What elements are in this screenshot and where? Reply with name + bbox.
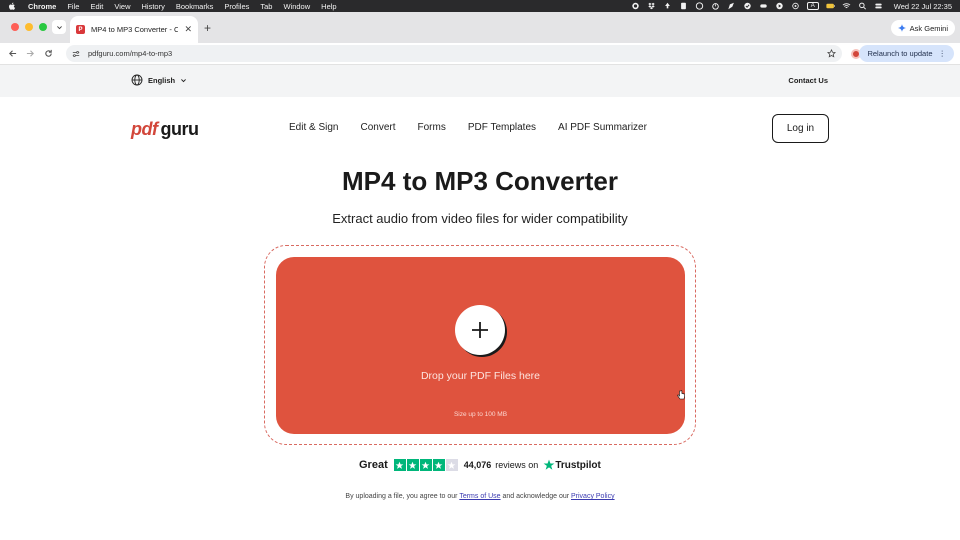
trustpilot-star-icon bbox=[543, 459, 555, 470]
play-icon[interactable] bbox=[775, 2, 784, 10]
file-size-note: Size up to 100 MB bbox=[453, 411, 508, 418]
more-menu-icon[interactable]: ⋮ bbox=[939, 49, 947, 58]
fullscreen-window-button[interactable] bbox=[39, 23, 47, 31]
battery-icon[interactable] bbox=[826, 2, 835, 10]
hand-cursor-icon bbox=[677, 390, 685, 400]
browser-tabstrip: P MP4 to MP3 Converter - Con ✕ + Ask Gem… bbox=[0, 12, 960, 43]
browser-toolbar: pdfguru.com/mp4-to-mp3 Relaunch to updat… bbox=[0, 43, 960, 65]
reviews-suffix: reviews on bbox=[495, 460, 539, 470]
tab-search-button[interactable] bbox=[52, 20, 66, 34]
menu-profiles[interactable]: Profiles bbox=[224, 2, 249, 11]
review-count: 44,076 bbox=[463, 460, 492, 470]
cloud-icon[interactable] bbox=[695, 2, 704, 10]
privacy-policy-link[interactable]: Privacy Policy bbox=[571, 493, 615, 500]
nav-forms[interactable]: Forms bbox=[418, 122, 446, 133]
terms-of-use-link[interactable]: Terms of Use bbox=[459, 493, 500, 500]
menubar-status-area: A Wed 22 Jul 22:35 bbox=[631, 2, 952, 11]
trustpilot-brand: Trustpilot bbox=[555, 459, 601, 471]
apple-icon[interactable] bbox=[8, 2, 16, 10]
menu-window[interactable]: Window bbox=[283, 2, 310, 11]
site-navigation: pdf guru Edit & Sign Convert Forms PDF T… bbox=[0, 110, 960, 146]
bookmark-star-icon[interactable] bbox=[827, 49, 836, 58]
menu-bookmarks[interactable]: Bookmarks bbox=[176, 2, 214, 11]
relaunch-label: Relaunch to update bbox=[867, 49, 933, 58]
document-icon[interactable] bbox=[679, 2, 688, 10]
menu-tab[interactable]: Tab bbox=[260, 2, 272, 11]
wifi-icon[interactable] bbox=[842, 2, 851, 10]
record-icon[interactable] bbox=[631, 2, 640, 10]
login-button[interactable]: Log in bbox=[772, 114, 829, 143]
ask-gemini-label: Ask Gemini bbox=[909, 23, 948, 33]
forward-arrow-icon[interactable] bbox=[21, 45, 39, 63]
upload-legal-notice: By uploading a file, you agree to our Te… bbox=[345, 493, 615, 500]
site-topbar: English Contact Us bbox=[0, 65, 960, 97]
back-arrow-icon[interactable] bbox=[3, 45, 21, 63]
minimize-window-button[interactable] bbox=[25, 23, 33, 31]
close-window-button[interactable] bbox=[11, 23, 19, 31]
page-title: MP4 to MP3 Converter bbox=[342, 166, 618, 196]
stopwatch-icon[interactable] bbox=[711, 2, 720, 10]
menu-app-name[interactable]: Chrome bbox=[28, 2, 56, 11]
relaunch-to-update-button[interactable]: Relaunch to update ⋮ bbox=[859, 45, 954, 62]
upload-plus-button[interactable] bbox=[455, 305, 505, 355]
checkmark-icon[interactable] bbox=[743, 2, 752, 10]
plus-icon bbox=[472, 322, 488, 338]
rating-star-icon bbox=[432, 459, 445, 471]
gemini-sparkle-icon bbox=[897, 24, 906, 32]
reload-icon[interactable] bbox=[39, 45, 57, 63]
trustpilot-rating[interactable]: Great 44,076 reviews on Trustpilot bbox=[359, 459, 601, 471]
new-tab-button[interactable]: + bbox=[204, 21, 211, 35]
target-icon[interactable] bbox=[791, 2, 800, 10]
tab-title: MP4 to MP3 Converter - Con bbox=[91, 25, 179, 34]
gamepad-icon[interactable] bbox=[759, 2, 768, 10]
rating-star-icon bbox=[419, 459, 432, 471]
menu-edit[interactable]: Edit bbox=[90, 2, 103, 11]
address-bar[interactable]: pdfguru.com/mp4-to-mp3 bbox=[66, 45, 842, 62]
nav-ai-pdf-summarizer[interactable]: AI PDF Summarizer bbox=[558, 122, 647, 133]
browser-tab-active[interactable]: P MP4 to MP3 Converter - Con ✕ bbox=[70, 16, 198, 43]
menu-file[interactable]: File bbox=[67, 2, 79, 11]
rating-stars bbox=[393, 459, 458, 471]
control-center-icon[interactable] bbox=[874, 2, 883, 10]
language-selector[interactable]: English bbox=[131, 74, 187, 86]
menu-history[interactable]: History bbox=[142, 2, 165, 11]
rating-star-icon bbox=[445, 459, 458, 471]
nav-convert[interactable]: Convert bbox=[360, 122, 395, 133]
site-settings-icon[interactable] bbox=[72, 50, 80, 58]
menu-help[interactable]: Help bbox=[321, 2, 336, 11]
nav-pdf-templates[interactable]: PDF Templates bbox=[468, 122, 536, 133]
chevron-down-icon bbox=[181, 78, 187, 82]
menu-view[interactable]: View bbox=[114, 2, 130, 11]
menubar-clock[interactable]: Wed 22 Jul 22:35 bbox=[894, 2, 952, 11]
close-tab-icon[interactable]: ✕ bbox=[184, 24, 192, 35]
trustpilot-logo: Trustpilot bbox=[543, 459, 601, 471]
nav-edit-sign[interactable]: Edit & Sign bbox=[289, 122, 338, 133]
upload-icon[interactable] bbox=[663, 2, 672, 10]
window-controls bbox=[11, 23, 47, 31]
file-dropzone[interactable]: Drop your PDF Files here Size up to 100 … bbox=[276, 257, 685, 434]
contact-us-link[interactable]: Contact Us bbox=[788, 76, 828, 85]
rating-star-icon bbox=[406, 459, 419, 471]
pdfguru-logo[interactable]: pdf guru bbox=[131, 119, 199, 140]
rating-star-icon bbox=[393, 459, 406, 471]
pen-icon[interactable] bbox=[727, 2, 736, 10]
globe-icon bbox=[131, 74, 143, 86]
page-subtitle: Extract audio from video files for wider… bbox=[332, 211, 628, 226]
pdfguru-favicon-icon: P bbox=[76, 25, 85, 34]
chevron-down-icon bbox=[56, 25, 62, 29]
spotlight-search-icon[interactable] bbox=[858, 2, 867, 10]
dropbox-icon[interactable] bbox=[647, 2, 656, 10]
url-text: pdfguru.com/mp4-to-mp3 bbox=[88, 49, 173, 58]
ask-gemini-button[interactable]: Ask Gemini bbox=[890, 20, 955, 36]
language-label: English bbox=[148, 75, 176, 85]
macos-menubar: Chrome File Edit View History Bookmarks … bbox=[0, 0, 960, 12]
rating-label: Great bbox=[359, 459, 388, 471]
nav-links: Edit & Sign Convert Forms PDF Templates … bbox=[289, 122, 669, 133]
dropzone-label: Drop your PDF Files here bbox=[420, 370, 541, 382]
input-source-icon[interactable]: A bbox=[806, 2, 819, 10]
